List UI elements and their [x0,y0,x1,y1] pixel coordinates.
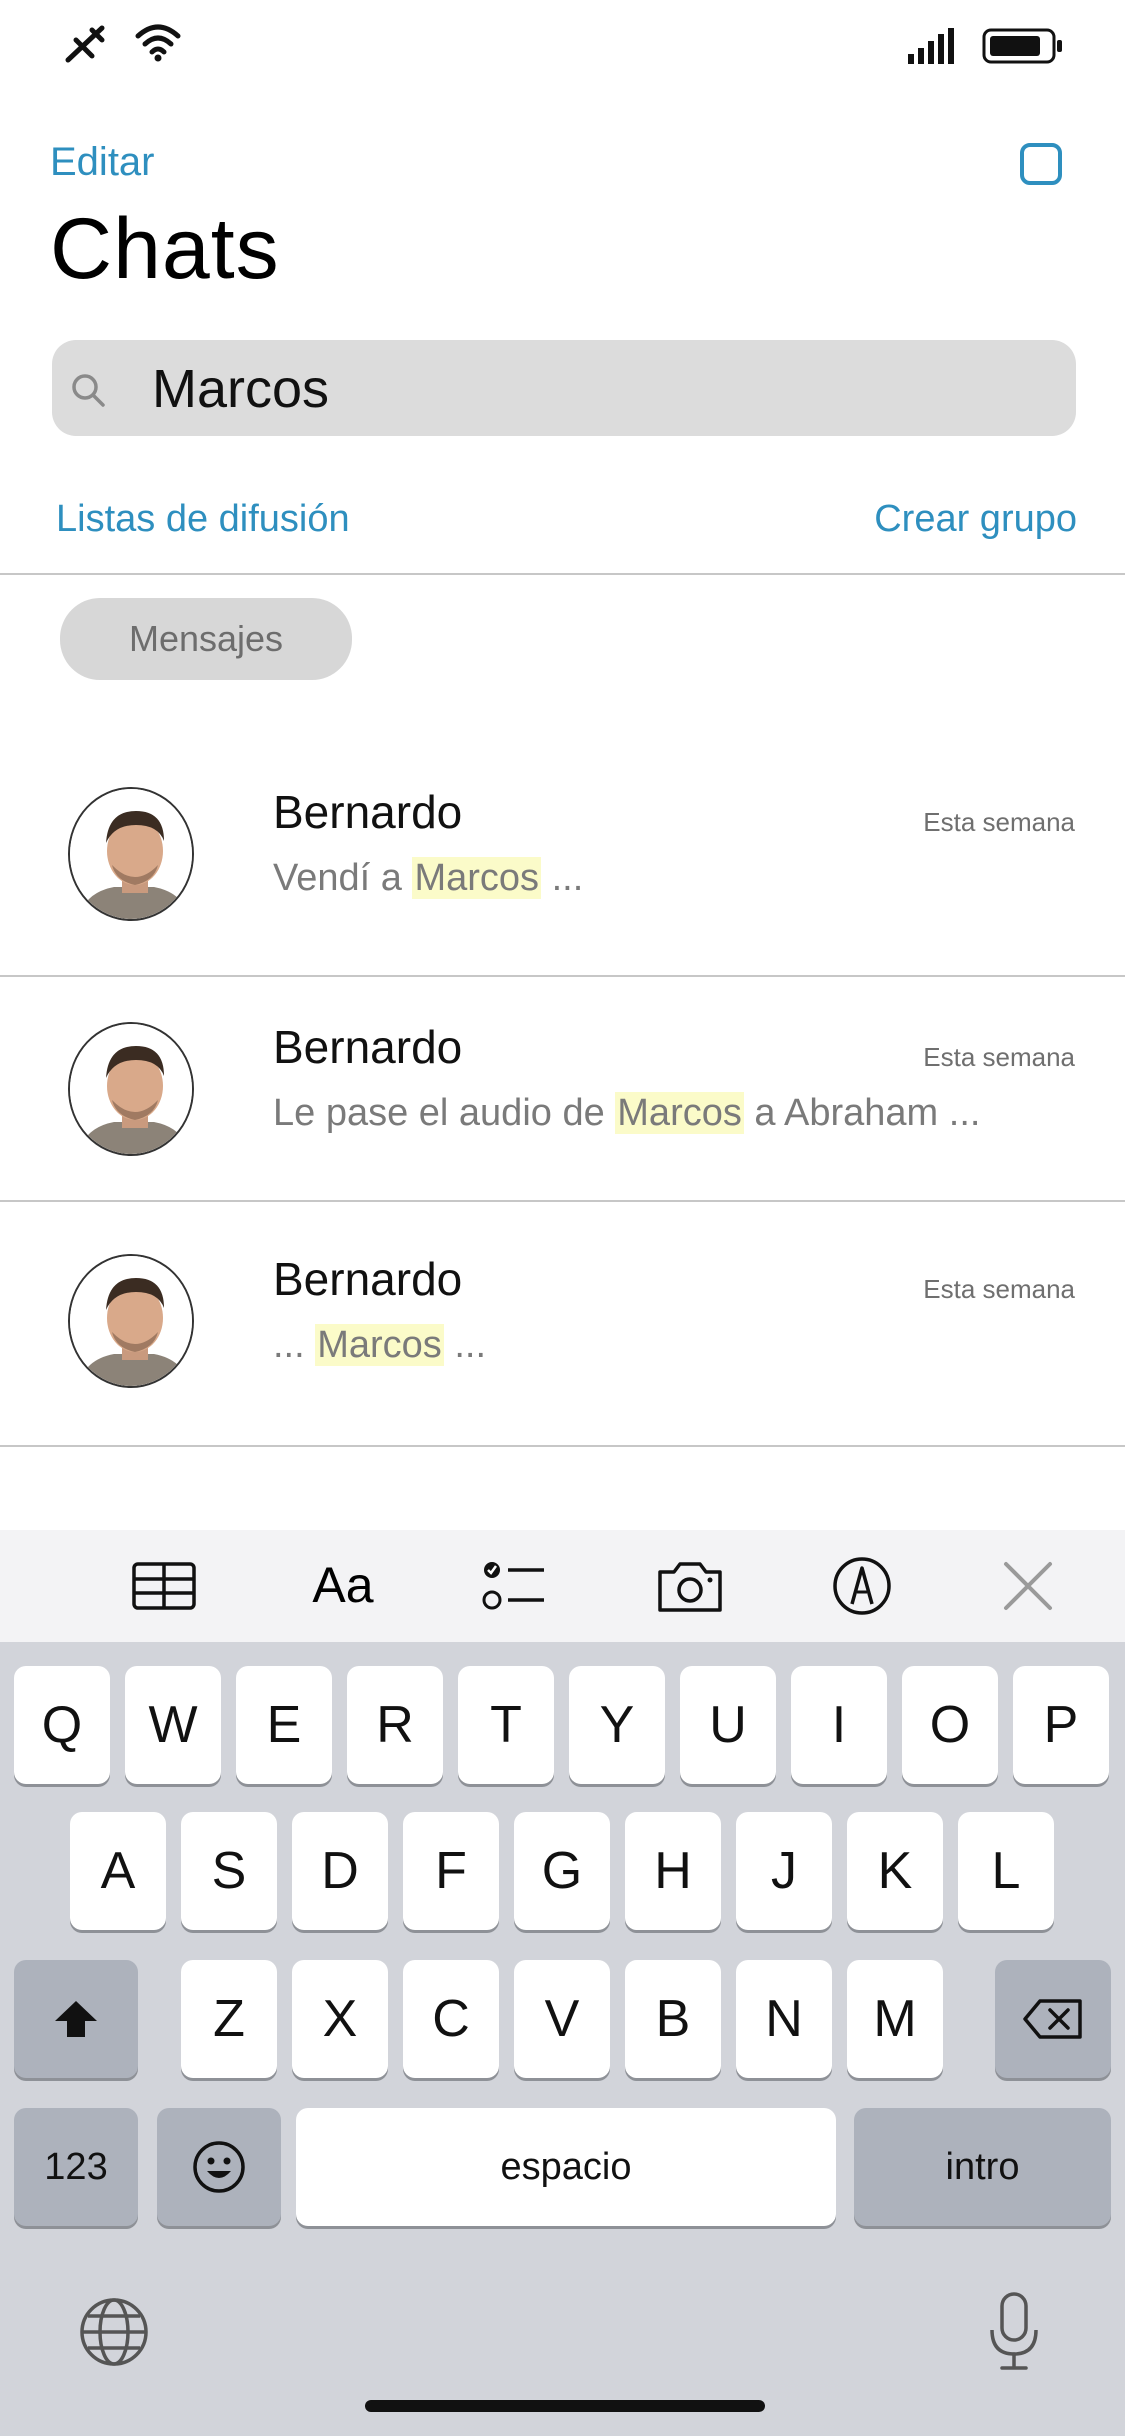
broadcast-lists-link[interactable]: Listas de difusión [56,498,350,541]
chat-result-row[interactable]: Bernardo Esta semana Le pase el audio de… [0,980,1125,1210]
chat-name: Bernardo [273,786,463,838]
chat-time: Esta semana [923,1042,1075,1072]
key-b[interactable]: B [625,1960,721,2078]
chat-preview: Le pase el audio de Marcos a Abraham ... [273,1092,981,1134]
key-u[interactable]: U [680,1666,776,1784]
key-n[interactable]: N [736,1960,832,2078]
search-match-highlight: Marcos [315,1324,444,1366]
avatar [68,1254,194,1388]
chat-result-row[interactable]: Bernardo Esta semana ... Marcos ... [0,1212,1125,1442]
checklist-icon[interactable] [478,1552,550,1620]
chat-time: Esta semana [923,1274,1075,1304]
key-d[interactable]: D [292,1812,388,1930]
key-x[interactable]: X [292,1960,388,2078]
close-icon[interactable] [992,1552,1064,1620]
avatar [68,1022,194,1156]
airplane-mode-icon [65,25,105,63]
key-a[interactable]: A [70,1812,166,1930]
cellular-signal-icon [908,28,954,64]
numbers-key[interactable]: 123 [14,2108,138,2226]
home-indicator [365,2400,765,2412]
key-h[interactable]: H [625,1812,721,1930]
chat-preview: Vendí a Marcos ... [273,857,584,899]
emoji-icon [193,2141,245,2193]
key-k[interactable]: K [847,1812,943,1930]
avatar [68,787,194,921]
delete-key[interactable] [995,1960,1111,2078]
search-icon [72,374,105,407]
key-j[interactable]: J [736,1812,832,1930]
key-v[interactable]: V [514,1960,610,2078]
key-o[interactable]: O [902,1666,998,1784]
chat-time: Esta semana [923,807,1075,837]
wifi-icon [135,24,181,62]
key-y[interactable]: Y [569,1666,665,1784]
return-key[interactable]: intro [854,2108,1111,2226]
search-match-highlight: Marcos [615,1092,744,1134]
edit-button[interactable]: Editar [50,140,155,185]
status-bar [0,0,1125,90]
globe-icon[interactable] [78,2296,150,2368]
divider [0,1445,1125,1447]
key-i[interactable]: I [791,1666,887,1784]
camera-icon[interactable] [654,1552,726,1620]
search-input[interactable]: Marcos [152,358,329,420]
key-w[interactable]: W [125,1666,221,1784]
chat-result-row[interactable]: Bernardo Esta semana Vendí a Marcos ... [0,745,1125,975]
key-r[interactable]: R [347,1666,443,1784]
page-title: Chats [50,201,280,297]
markup-pen-icon[interactable] [826,1552,898,1620]
key-f[interactable]: F [403,1812,499,1930]
key-l[interactable]: L [958,1812,1054,1930]
shift-key[interactable] [14,1960,138,2078]
space-key[interactable]: espacio [296,2108,836,2226]
divider [0,1200,1125,1202]
chat-name: Bernardo [273,1253,463,1305]
messages-filter-chip[interactable]: Mensajes [60,598,352,680]
key-z[interactable]: Z [181,1960,277,2078]
backspace-icon [1023,1999,1082,2039]
key-q[interactable]: Q [14,1666,110,1784]
battery-icon [982,28,1062,64]
new-group-link[interactable]: Crear grupo [874,498,1077,541]
compose-square-icon[interactable] [1020,143,1062,185]
key-m[interactable]: M [847,1960,943,2078]
chat-name: Bernardo [273,1021,463,1073]
key-t[interactable]: T [458,1666,554,1784]
text-format-icon[interactable]: Aa [300,1556,386,1616]
key-e[interactable]: E [236,1666,332,1784]
divider [0,975,1125,977]
emoji-key[interactable] [157,2108,281,2226]
shift-arrow-icon [55,2001,97,2037]
key-g[interactable]: G [514,1812,610,1930]
divider [0,573,1125,575]
microphone-icon[interactable] [984,2290,1044,2374]
key-s[interactable]: S [181,1812,277,1930]
table-icon[interactable] [128,1552,200,1620]
key-p[interactable]: P [1013,1666,1109,1784]
chat-preview: ... Marcos ... [273,1324,487,1366]
search-match-highlight: Marcos [412,857,542,899]
key-c[interactable]: C [403,1960,499,2078]
